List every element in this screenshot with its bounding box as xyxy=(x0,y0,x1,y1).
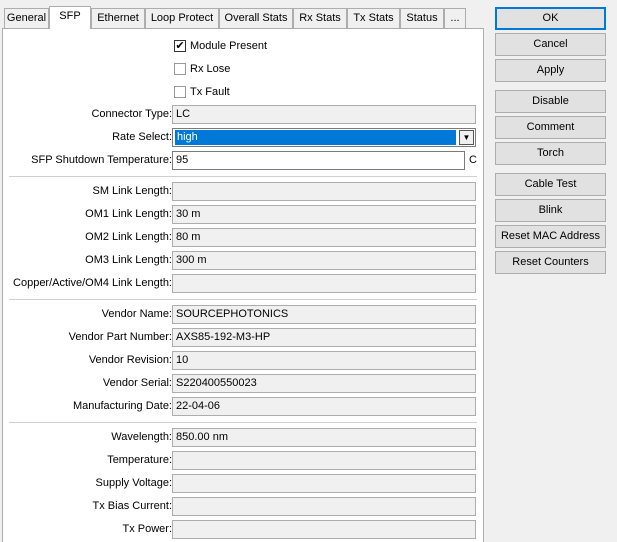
vendor-part-field: AXS85-192-M3-HP xyxy=(172,328,476,347)
copper-link-field xyxy=(172,274,476,293)
mfg-date-label: Manufacturing Date: xyxy=(72,400,172,412)
om3-link-label: OM3 Link Length: xyxy=(85,254,172,266)
tab-overall-stats[interactable]: Overall Stats xyxy=(219,8,293,28)
shutdown-temp-input[interactable]: 95 xyxy=(172,151,465,170)
tab-general[interactable]: General xyxy=(4,8,49,28)
vendor-revision-row: Vendor Revision: 10 xyxy=(3,351,485,370)
sm-link-label: SM Link Length: xyxy=(92,185,173,197)
torch-button[interactable]: Torch xyxy=(495,142,606,165)
mfg-date-field: 22-04-06 xyxy=(172,397,476,416)
om2-link-field: 80 m xyxy=(172,228,476,247)
module-present-label: Module Present xyxy=(190,40,268,52)
checkbox-box-icon xyxy=(174,63,186,75)
tx-bias-field xyxy=(172,497,476,516)
divider xyxy=(9,299,477,300)
connector-type-field: LC xyxy=(172,105,476,124)
rate-select-label: Rate Select: xyxy=(112,131,172,143)
tx-fault-label: Tx Fault xyxy=(190,86,230,98)
supply-voltage-label: Supply Voltage: xyxy=(95,477,172,489)
rx-lose-label: Rx Lose xyxy=(190,63,231,75)
cable-test-button[interactable]: Cable Test xyxy=(495,173,606,196)
tx-power-label: Tx Power: xyxy=(122,523,172,535)
rate-select-dropdown[interactable]: high ▼ xyxy=(172,128,476,147)
om2-link-label: OM2 Link Length: xyxy=(85,231,172,243)
tx-power-field xyxy=(172,520,476,539)
tab-sfp[interactable]: SFP xyxy=(49,6,91,29)
temperature-row: Temperature: xyxy=(3,451,485,470)
mfg-date-row: Manufacturing Date: 22-04-06 xyxy=(3,397,485,416)
sm-link-field xyxy=(172,182,476,201)
copper-link-row: Copper/Active/OM4 Link Length: xyxy=(3,274,485,293)
divider xyxy=(9,422,477,423)
tab-status[interactable]: Status xyxy=(400,8,444,28)
om1-link-row: OM1 Link Length: 30 m xyxy=(3,205,485,224)
tab-ethernet[interactable]: Ethernet xyxy=(91,8,145,28)
divider xyxy=(9,176,477,177)
checkbox-box-icon xyxy=(174,86,186,98)
blink-button[interactable]: Blink xyxy=(495,199,606,222)
reset-mac-address-button[interactable]: Reset MAC Address xyxy=(495,225,606,248)
rate-select-value: high xyxy=(175,130,456,145)
tab-tx-stats[interactable]: Tx Stats xyxy=(347,8,400,28)
vendor-name-label: Vendor Name: xyxy=(101,308,172,320)
temperature-label: Temperature: xyxy=(107,454,172,466)
om3-link-row: OM3 Link Length: 300 m xyxy=(3,251,485,270)
tx-bias-row: Tx Bias Current: xyxy=(3,497,485,516)
supply-voltage-field xyxy=(172,474,476,493)
tab-loop-protect[interactable]: Loop Protect xyxy=(145,8,219,28)
tab-more[interactable]: ... xyxy=(444,8,466,28)
vendor-serial-row: Vendor Serial: S220400550023 xyxy=(3,374,485,393)
checkmark-icon: ✔ xyxy=(174,40,186,52)
connector-type-label: Connector Type: xyxy=(91,108,172,120)
ok-button[interactable]: OK xyxy=(495,7,606,30)
disable-button[interactable]: Disable xyxy=(495,90,606,113)
rate-select-row: Rate Select: high ▼ xyxy=(3,128,485,147)
temperature-field xyxy=(172,451,476,470)
wavelength-row: Wavelength: 850.00 nm xyxy=(3,428,485,447)
vendor-part-label: Vendor Part Number: xyxy=(68,331,172,343)
tab-rx-stats[interactable]: Rx Stats xyxy=(293,8,347,28)
shutdown-temp-row: SFP Shutdown Temperature: 95 C xyxy=(3,151,485,170)
wavelength-field: 850.00 nm xyxy=(172,428,476,447)
vendor-revision-field: 10 xyxy=(172,351,476,370)
om3-link-field: 300 m xyxy=(172,251,476,270)
vendor-name-field: SOURCEPHOTONICS xyxy=(172,305,476,324)
sm-link-row: SM Link Length: xyxy=(3,182,485,201)
vendor-revision-label: Vendor Revision: xyxy=(88,354,172,366)
wavelength-label: Wavelength: xyxy=(111,431,172,443)
connector-type-row: Connector Type: LC xyxy=(3,105,485,124)
reset-counters-button[interactable]: Reset Counters xyxy=(495,251,606,274)
om1-link-field: 30 m xyxy=(172,205,476,224)
tab-bar: General SFP Ethernet Loop Protect Overal… xyxy=(4,6,466,29)
copper-link-label: Copper/Active/OM4 Link Length: xyxy=(13,277,172,289)
sfp-panel: ✔ Module Present Rx Lose Tx Fault Connec… xyxy=(2,28,484,542)
vendor-serial-label: Vendor Serial: xyxy=(102,377,172,389)
interface-window: General SFP Ethernet Loop Protect Overal… xyxy=(0,0,617,542)
vendor-name-row: Vendor Name: SOURCEPHOTONICS xyxy=(3,305,485,324)
tx-power-row: Tx Power: xyxy=(3,520,485,539)
shutdown-temp-label: SFP Shutdown Temperature: xyxy=(31,154,172,166)
vendor-serial-field: S220400550023 xyxy=(172,374,476,393)
tx-bias-label: Tx Bias Current: xyxy=(92,500,172,512)
om1-link-label: OM1 Link Length: xyxy=(85,208,172,220)
shutdown-temp-unit: C xyxy=(469,154,477,166)
vendor-part-row: Vendor Part Number: AXS85-192-M3-HP xyxy=(3,328,485,347)
comment-button[interactable]: Comment xyxy=(495,116,606,139)
supply-voltage-row: Supply Voltage: xyxy=(3,474,485,493)
om2-link-row: OM2 Link Length: 80 m xyxy=(3,228,485,247)
cancel-button[interactable]: Cancel xyxy=(495,33,606,56)
chevron-down-icon[interactable]: ▼ xyxy=(459,130,474,145)
apply-button[interactable]: Apply xyxy=(495,59,606,82)
